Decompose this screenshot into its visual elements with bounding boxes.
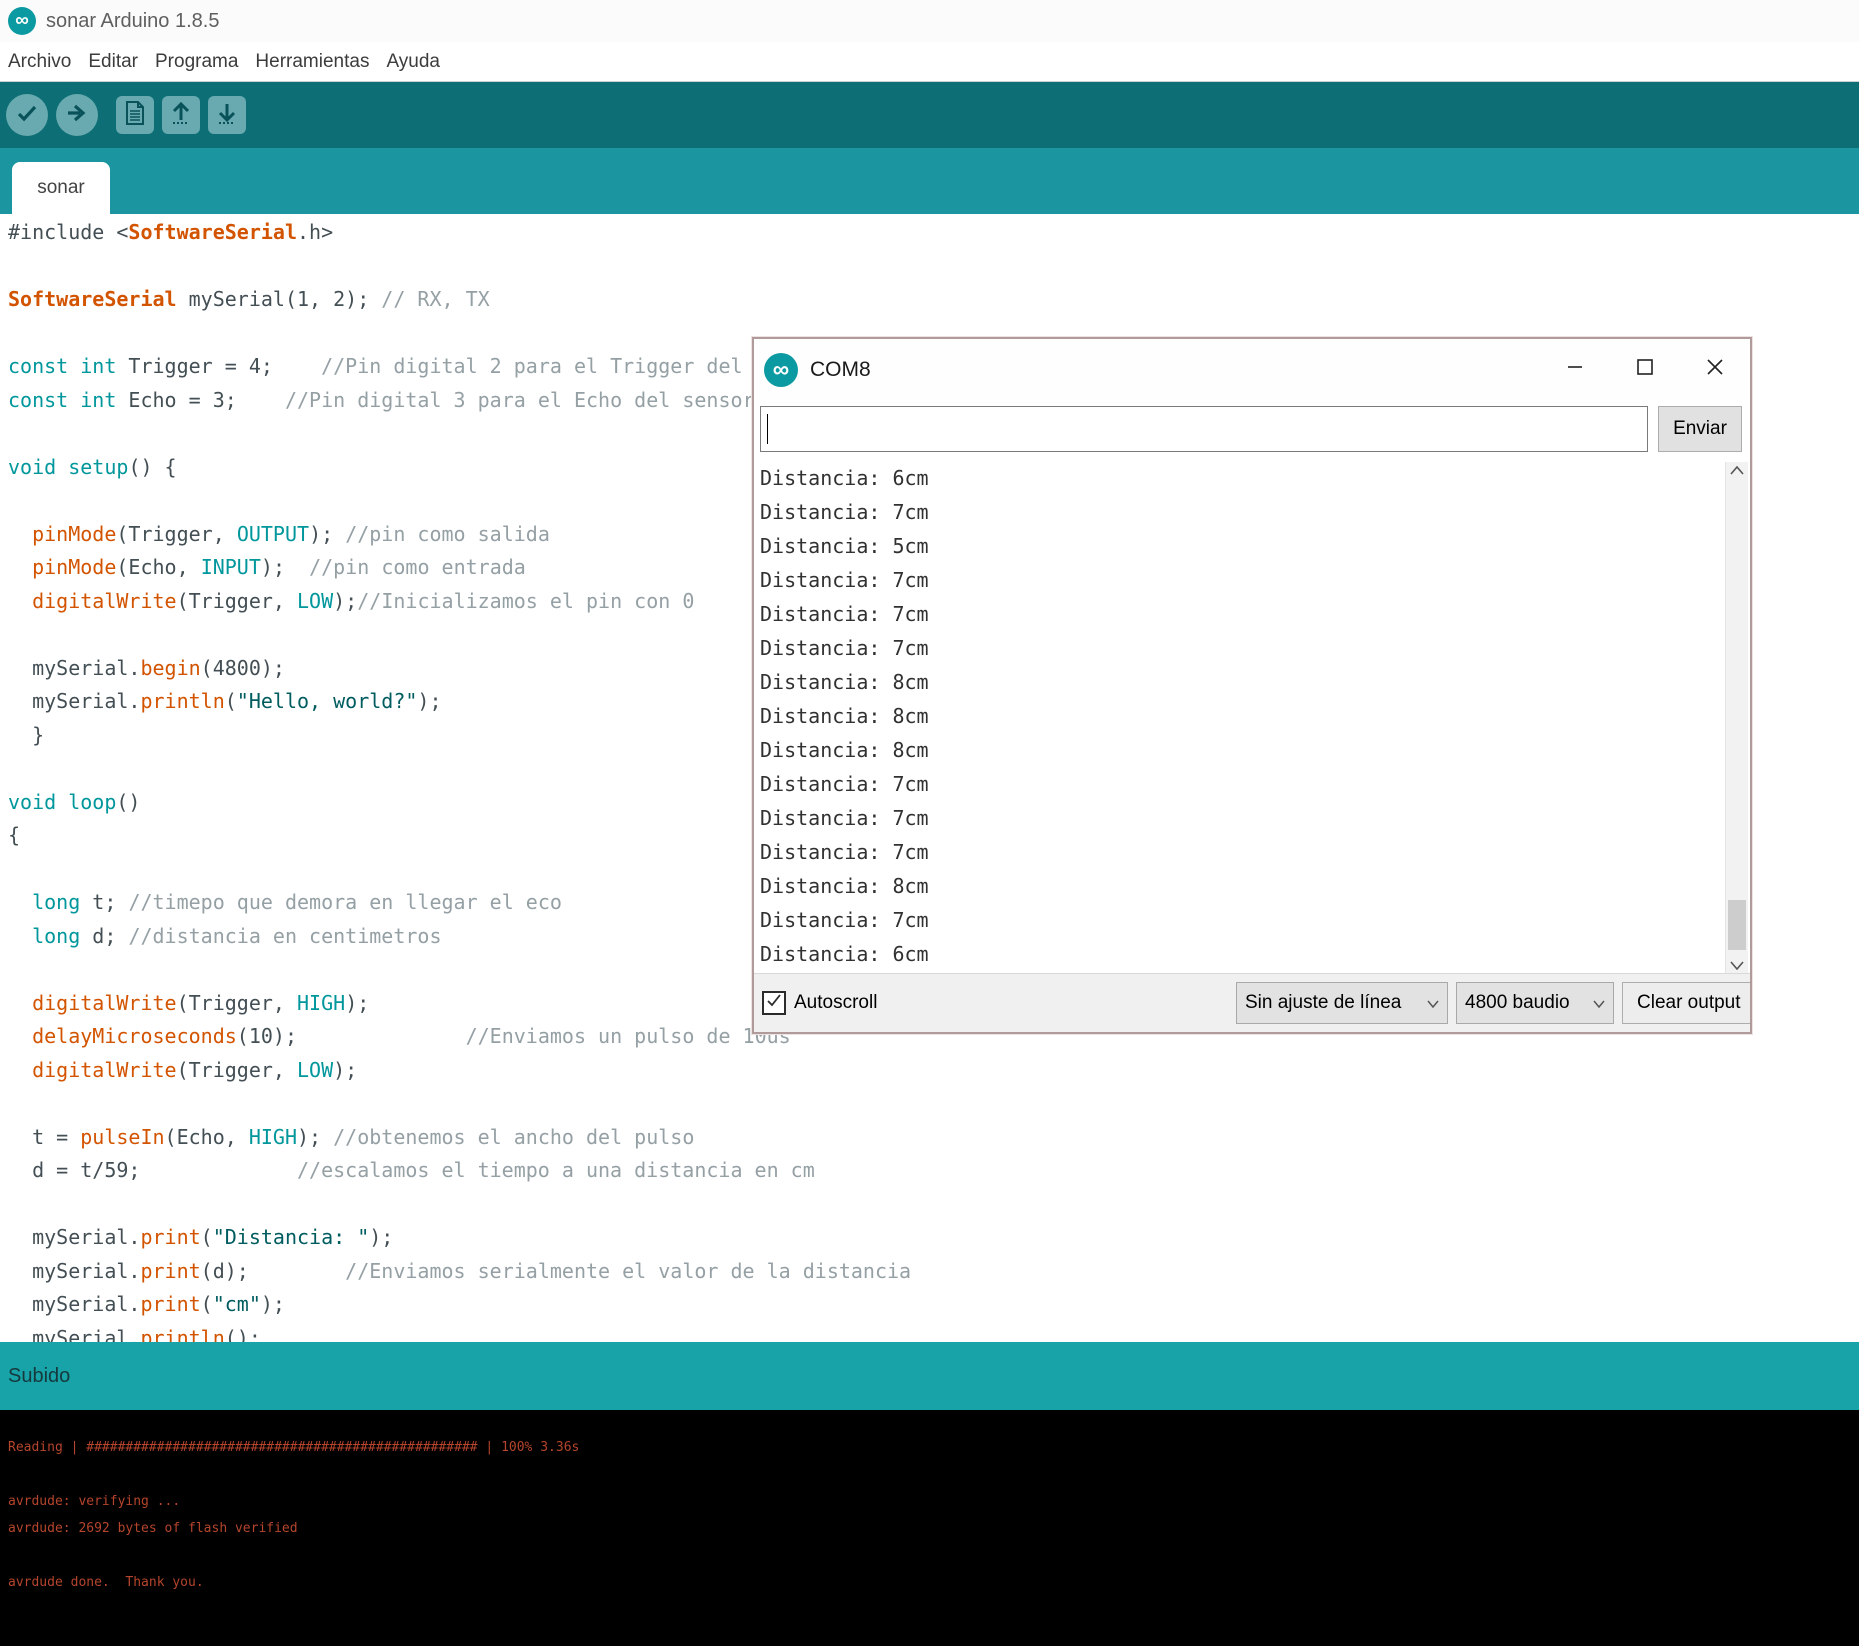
scrollbar[interactable] bbox=[1725, 462, 1748, 974]
serial-input-row: Enviar bbox=[754, 400, 1750, 462]
serial-line: Distancia: 8cm bbox=[760, 738, 929, 762]
console-line: Reading | ##############################… bbox=[8, 1440, 580, 1455]
maximize-button[interactable] bbox=[1610, 339, 1680, 400]
open-button[interactable] bbox=[162, 96, 200, 134]
scrollbar-thumb[interactable] bbox=[1728, 900, 1746, 950]
tab-sonar[interactable]: sonar bbox=[12, 162, 110, 214]
build-console[interactable]: Reading | ##############################… bbox=[0, 1410, 1859, 1646]
status-message: Subido bbox=[8, 1364, 71, 1387]
close-button[interactable] bbox=[1680, 339, 1750, 400]
upload-button[interactable] bbox=[56, 94, 98, 136]
console-line: avrdude: 2692 bytes of flash verified bbox=[8, 1521, 298, 1536]
window-title: sonar Arduino 1.8.5 bbox=[46, 9, 220, 32]
serial-line: Distancia: 7cm bbox=[760, 772, 929, 796]
serial-line: Distancia: 8cm bbox=[760, 704, 929, 728]
chevron-down-icon bbox=[1593, 992, 1605, 1014]
send-button[interactable]: Enviar bbox=[1658, 406, 1742, 452]
upload-icon bbox=[65, 101, 89, 130]
serial-output[interactable]: Distancia: 6cm Distancia: 7cm Distancia: 5… bbox=[754, 462, 1750, 974]
check-icon bbox=[766, 993, 782, 1014]
line-ending-value: Sin ajuste de línea bbox=[1245, 992, 1402, 1013]
serial-line: Distancia: 8cm bbox=[760, 670, 929, 694]
new-sketch-icon bbox=[124, 100, 146, 130]
menu-item-archivo[interactable]: Archivo bbox=[8, 51, 71, 73]
code-line: SoftwareSerial mySerial(1, 2); // RX, TX bbox=[8, 287, 490, 311]
menu-item-ayuda[interactable]: Ayuda bbox=[386, 51, 440, 73]
console-line: avrdude: verifying ... bbox=[8, 1494, 181, 1509]
code-line: d = t/59; //escalamos el tiempo a una di… bbox=[8, 1158, 815, 1182]
serial-settings: Sin ajuste de línea 4800 baudio Clear ou… bbox=[1236, 982, 1750, 1024]
serial-line: Distancia: 5cm bbox=[760, 534, 929, 558]
serial-line: Distancia: 6cm bbox=[760, 942, 929, 966]
menu-item-herramientas[interactable]: Herramientas bbox=[255, 51, 369, 73]
serial-line: Distancia: 7cm bbox=[760, 840, 929, 864]
arduino-logo-icon: ∞ bbox=[8, 7, 36, 35]
serial-line: Distancia: 7cm bbox=[760, 500, 929, 524]
toolbar bbox=[0, 82, 1859, 148]
clear-output-button[interactable]: Clear output bbox=[1622, 982, 1750, 1024]
status-bar: Subido bbox=[0, 1342, 1859, 1410]
new-sketch-button[interactable] bbox=[116, 96, 154, 134]
menu-item-editar[interactable]: Editar bbox=[88, 51, 138, 73]
close-icon bbox=[1705, 357, 1725, 382]
serial-line: Distancia: 7cm bbox=[760, 568, 929, 592]
maximize-icon bbox=[1635, 357, 1655, 382]
serial-monitor-window: ∞ COM8 Enviar Distancia: 6cm Distancia: … bbox=[752, 337, 1752, 1034]
serial-line: Distancia: 8cm bbox=[760, 874, 929, 898]
serial-line: Distancia: 6cm bbox=[760, 466, 929, 490]
save-icon bbox=[215, 100, 239, 131]
chevron-down-icon bbox=[1427, 992, 1439, 1014]
save-button[interactable] bbox=[208, 96, 246, 134]
verify-button[interactable] bbox=[6, 94, 48, 136]
autoscroll-label: Autoscroll bbox=[794, 992, 878, 1013]
arduino-logo-icon: ∞ bbox=[764, 352, 798, 387]
code-line: digitalWrite(Trigger, LOW); bbox=[32, 1057, 358, 1082]
serial-bottom-bar: Autoscroll Sin ajuste de línea 4800 baud… bbox=[754, 973, 1750, 1032]
console-line: avrdude done. Thank you. bbox=[8, 1575, 204, 1590]
code-line: mySerial.print("cm"); bbox=[8, 1292, 285, 1316]
autoscroll-checkbox[interactable] bbox=[762, 991, 786, 1015]
menu-bar: Archivo Editar Programa Herramientas Ayuda bbox=[0, 42, 1859, 82]
serial-title-bar[interactable]: ∞ COM8 bbox=[754, 339, 1750, 400]
verify-icon bbox=[15, 101, 39, 130]
minimize-button[interactable] bbox=[1540, 339, 1610, 400]
code-line: #include <SoftwareSerial.h> bbox=[8, 220, 334, 244]
code-line: mySerial.print("Distancia: "); bbox=[8, 1225, 394, 1249]
text-caret bbox=[767, 414, 768, 444]
serial-window-title: COM8 bbox=[810, 357, 871, 381]
title-bar: ∞ sonar Arduino 1.8.5 bbox=[0, 0, 1859, 42]
minimize-icon bbox=[1565, 357, 1585, 382]
open-icon bbox=[169, 100, 193, 131]
tab-strip: sonar bbox=[0, 148, 1859, 214]
scroll-up-icon[interactable] bbox=[1726, 466, 1748, 475]
serial-line: Distancia: 7cm bbox=[760, 602, 929, 626]
serial-input[interactable] bbox=[760, 406, 1648, 452]
menu-item-programa[interactable]: Programa bbox=[155, 51, 238, 73]
scroll-down-icon[interactable] bbox=[1726, 961, 1748, 970]
code-line: t = pulseIn(Echo, HIGH); //obtenemos el … bbox=[8, 1124, 695, 1149]
code-line: mySerial.print(d); //Enviamos serialment… bbox=[8, 1258, 912, 1283]
tab-label: sonar bbox=[37, 177, 85, 198]
serial-line: Distancia: 7cm bbox=[760, 636, 929, 660]
baud-rate-select[interactable]: 4800 baudio bbox=[1456, 982, 1614, 1024]
window-controls bbox=[1540, 339, 1750, 400]
baud-rate-value: 4800 baudio bbox=[1465, 992, 1570, 1013]
serial-line: Distancia: 7cm bbox=[760, 908, 929, 932]
serial-line: Distancia: 7cm bbox=[760, 806, 929, 830]
line-ending-select[interactable]: Sin ajuste de línea bbox=[1236, 982, 1448, 1024]
